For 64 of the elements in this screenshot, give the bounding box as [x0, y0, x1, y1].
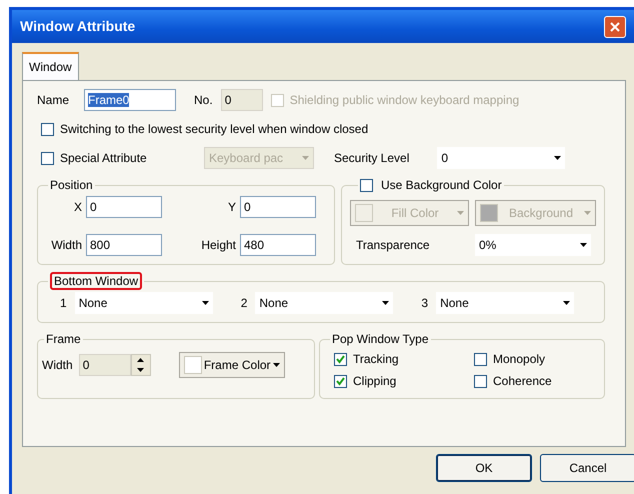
- field-label: Name: [37, 92, 70, 109]
- color-swatch: [355, 204, 373, 222]
- transparence-dropdown[interactable]: 0%: [475, 234, 591, 256]
- caret-icon: [584, 211, 591, 215]
- field-label: Height: [200, 237, 236, 254]
- window-dropdown[interactable]: None: [255, 292, 394, 314]
- field-label: X: [72, 199, 82, 216]
- slot-number: 2: [240, 295, 248, 312]
- window-dropdown[interactable]: None: [74, 292, 213, 314]
- dialog-button[interactable]: Cancel: [540, 454, 634, 482]
- field-label: No.: [194, 92, 213, 109]
- color-swatch: [184, 356, 202, 374]
- caret-icon: [202, 301, 209, 305]
- group-title: Bottom Window: [50, 272, 142, 290]
- checkbox-label: Clipping: [353, 373, 396, 390]
- number-field[interactable]: 0: [86, 196, 162, 218]
- down-arrow-icon: [137, 368, 144, 372]
- window-dropdown[interactable]: None: [436, 292, 574, 314]
- checkbox[interactable]: [334, 352, 347, 366]
- number-field[interactable]: 800: [86, 234, 162, 256]
- number-field[interactable]: 0: [78, 354, 131, 376]
- checkbox-label: Shielding public window keyboard mapping: [290, 92, 520, 109]
- group-title: Position: [50, 178, 93, 192]
- frame-color-button[interactable]: Frame Color: [178, 352, 285, 378]
- checkbox[interactable]: [474, 374, 487, 388]
- slot-number: 1: [60, 295, 67, 312]
- close-button[interactable]: [604, 16, 626, 38]
- checkbox-label: Tracking: [353, 351, 399, 368]
- caret-icon: [382, 301, 390, 305]
- field-label: Width: [50, 237, 82, 254]
- group-title: Use Background Color: [381, 178, 502, 192]
- group-title: Pop Window Type: [332, 332, 428, 346]
- field-label: Security Level: [334, 150, 410, 167]
- up-arrow-icon: [137, 358, 144, 362]
- checkbox[interactable]: [360, 178, 373, 192]
- checkbox[interactable]: [41, 122, 54, 136]
- checkbox-label: Switching to the lowest security level when window closed: [60, 121, 368, 138]
- dialog-button[interactable]: OK: [436, 454, 532, 482]
- slot-number: 3: [421, 295, 428, 312]
- security-level-dropdown[interactable]: 0: [437, 147, 566, 169]
- name-field[interactable]: Frame0: [84, 89, 176, 111]
- number-field[interactable]: 0: [240, 196, 316, 218]
- checkbox[interactable]: [474, 352, 487, 366]
- number-field[interactable]: 480: [240, 234, 316, 256]
- field-label: Width: [42, 357, 73, 374]
- caret-icon: [272, 363, 280, 367]
- checkbox-label: Coherence: [493, 373, 552, 390]
- field-label: Y: [226, 199, 236, 216]
- field-label: Transparence: [355, 237, 431, 254]
- spin-button[interactable]: [130, 354, 151, 376]
- checkbox[interactable]: [41, 152, 54, 164]
- group-title: Frame: [46, 332, 81, 346]
- color-swatch: [480, 204, 498, 222]
- checkbox-label: Monopoly: [493, 351, 546, 368]
- window-title: Window Attribute: [20, 17, 136, 36]
- checkbox[interactable]: [334, 374, 347, 388]
- caret-icon: [563, 301, 570, 305]
- checkbox-label: Special Attribute: [60, 150, 147, 167]
- caret-icon: [580, 243, 587, 247]
- caret-icon: [457, 211, 464, 215]
- caret-icon: [554, 156, 562, 160]
- close-icon: [609, 20, 621, 32]
- caret-icon: [302, 156, 309, 160]
- tab[interactable]: Window: [22, 52, 79, 80]
